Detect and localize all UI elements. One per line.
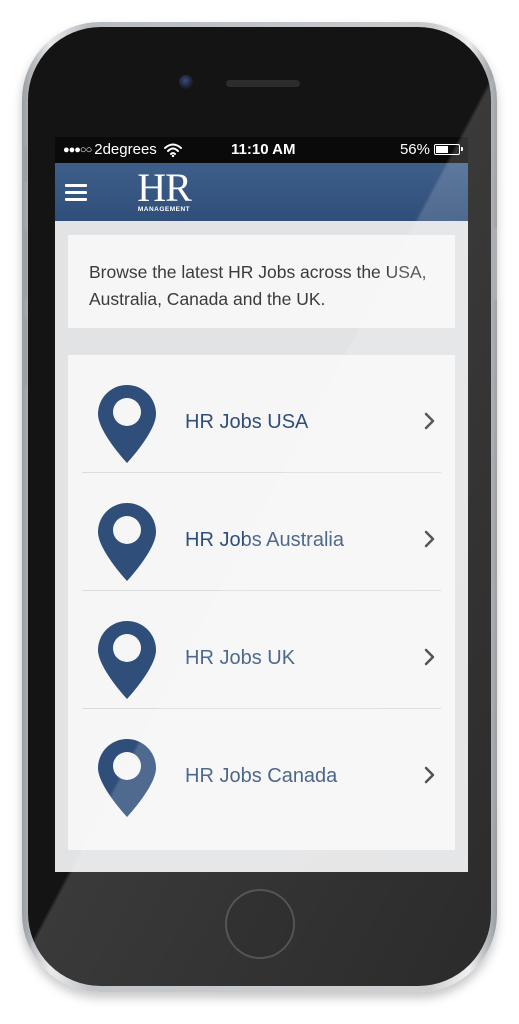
job-item-label: HR Jobs UK [185,647,296,669]
chevron-right-icon [424,648,435,666]
jobs-list: HR Jobs USA HR Jobs Australia HR Jobs UK [68,355,455,850]
location-pin-icon [98,739,156,817]
logo-sub-text: MANAGEMENT [137,206,191,213]
hamburger-menu-icon[interactable] [63,181,89,203]
carrier-info: ●●●○○ 2degrees [63,141,182,158]
battery-icon [434,144,463,155]
front-camera [179,75,193,89]
job-item-label: HR Jobs Australia [185,529,344,551]
job-item-label: HR Jobs USA [185,411,309,433]
location-pin-icon [98,385,156,463]
status-time: 11:10 AM [231,141,296,158]
job-item-usa[interactable]: HR Jobs USA [82,355,441,473]
status-bar: ●●●○○ 2degrees 11:10 AM 56% [55,137,468,163]
battery-level-fill [436,146,448,153]
hr-management-logo: HR MANAGEMENT [127,165,201,214]
chevron-right-icon [424,412,435,430]
home-button[interactable] [225,889,295,959]
earpiece-speaker [226,80,300,87]
battery-percent: 56% [399,141,430,158]
job-item-label: HR Jobs Canada [185,765,338,787]
location-pin-icon [98,621,156,699]
phone-screen: ●●●○○ 2degrees 11:10 AM 56% HR MANAGEMEN… [55,137,468,872]
volume-up-button [23,228,27,300]
job-item-uk[interactable]: HR Jobs UK [82,591,441,709]
location-pin-icon [98,503,156,581]
battery-info: 56% [399,141,463,158]
logo-main-text: HR [137,165,192,210]
job-item-australia[interactable]: HR Jobs Australia [82,473,441,591]
silent-switch [23,145,27,183]
volume-down-button [23,316,27,388]
intro-text: Browse the latest HR Jobs across the USA… [89,262,427,309]
job-item-canada[interactable]: HR Jobs Canada [82,709,441,826]
app-header: HR MANAGEMENT [55,163,468,221]
wifi-icon [163,143,182,157]
power-button [493,228,497,300]
carrier-name: 2degrees [94,141,157,158]
chevron-right-icon [424,766,435,784]
chevron-right-icon [424,530,435,548]
intro-card: Browse the latest HR Jobs across the USA… [68,235,455,328]
signal-strength-icon: ●●●○○ [63,143,92,156]
